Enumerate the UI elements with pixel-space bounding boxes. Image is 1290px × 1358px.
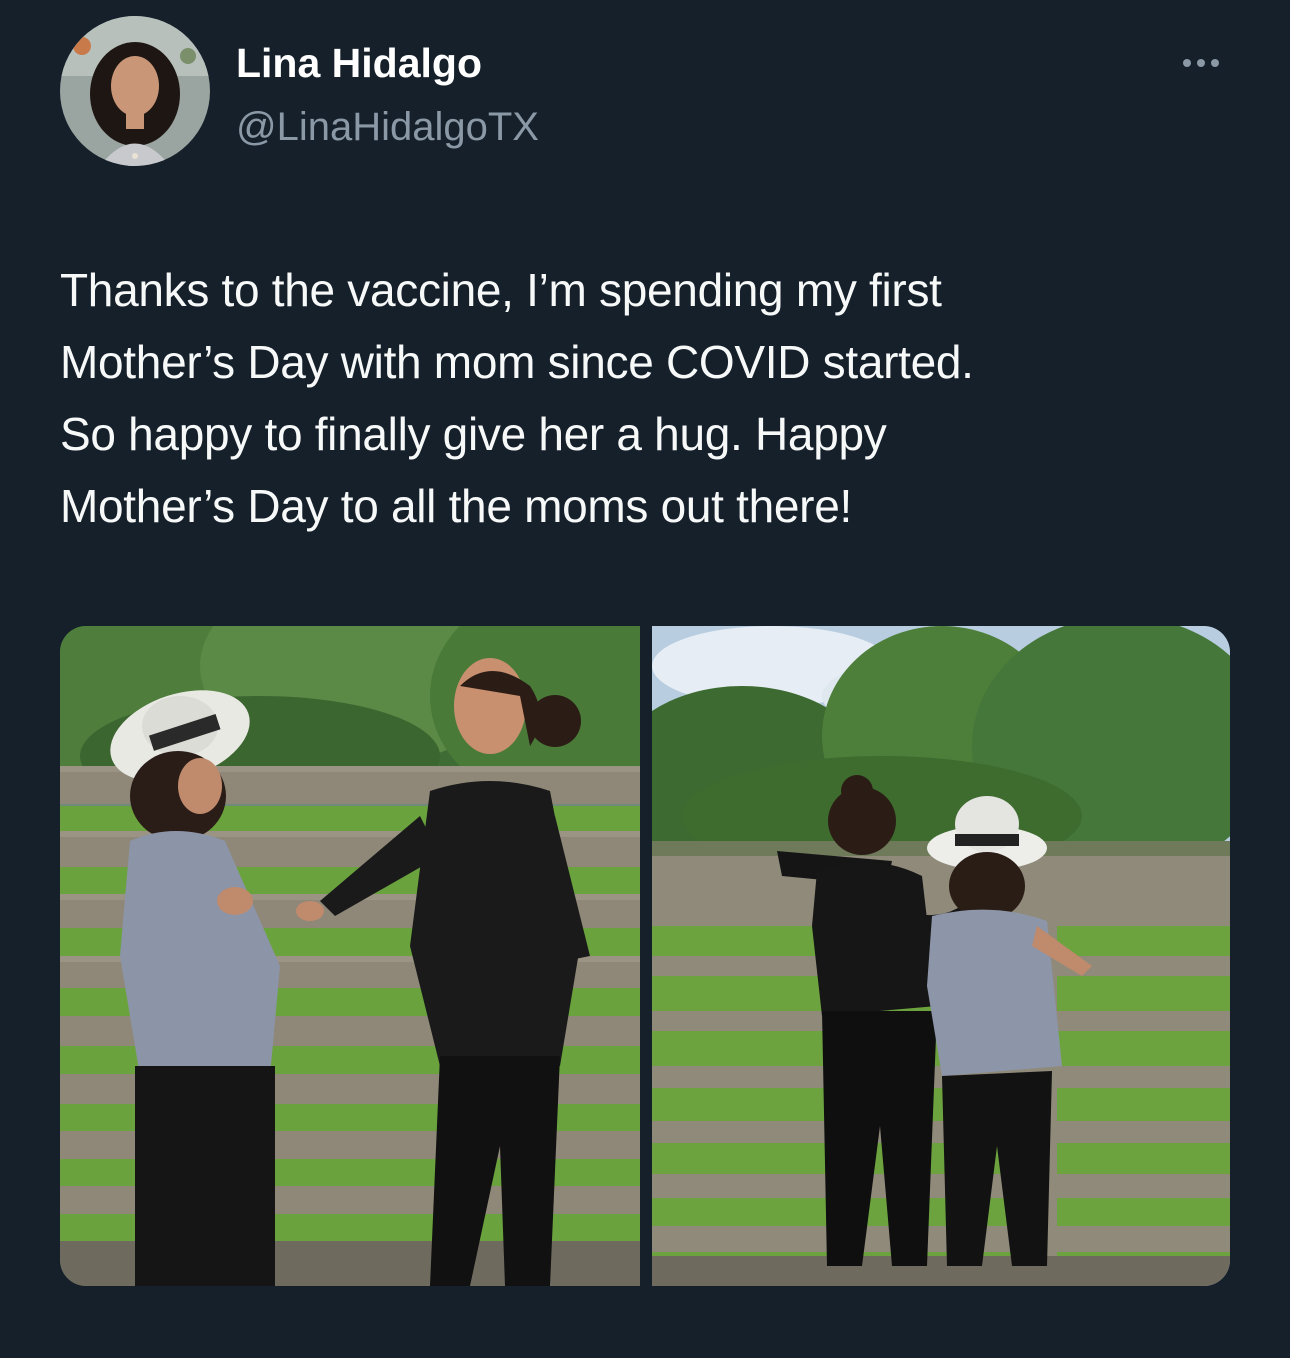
author-display-name[interactable]: Lina Hidalgo	[236, 38, 482, 88]
more-horizontal-icon	[1183, 59, 1191, 67]
tweet: Lina Hidalgo @LinaHidalgoTX Thanks to th…	[0, 0, 1290, 1358]
more-options-button[interactable]	[1172, 48, 1230, 78]
more-horizontal-icon-dot	[1197, 59, 1205, 67]
more-horizontal-icon-dot	[1211, 59, 1219, 67]
tweet-photo-2[interactable]	[652, 626, 1230, 1286]
tweet-text-line: Mother’s Day to all the moms out there!	[60, 480, 852, 532]
author-handle[interactable]: @LinaHidalgoTX	[236, 103, 539, 151]
photo-2-image	[652, 626, 1230, 1286]
avatar-image	[60, 16, 210, 166]
tweet-photo-1[interactable]	[60, 626, 640, 1286]
media-grid	[60, 626, 1230, 1286]
photo-1-image	[60, 626, 640, 1286]
tweet-text-line: So happy to finally give her a hug. Happ…	[60, 408, 887, 460]
author-avatar[interactable]	[60, 16, 210, 166]
tweet-text: Thanks to the vaccine, I’m spending my f…	[60, 254, 1235, 542]
tweet-text-line: Mother’s Day with mom since COVID starte…	[60, 336, 974, 388]
tweet-text-line: Thanks to the vaccine, I’m spending my f…	[60, 264, 942, 316]
